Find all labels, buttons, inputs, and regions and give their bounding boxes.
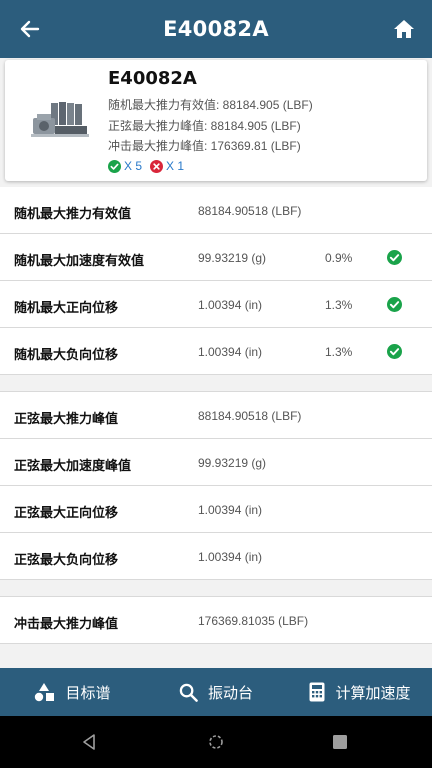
row-label: 正弦最大推力峰值: [14, 411, 119, 426]
shaker-summary-card[interactable]: E40082A 随机最大推力有效值: 88184.905 (LBF) 正弦最大推…: [5, 60, 427, 181]
tab-target-spectrum[interactable]: 目标谱: [0, 682, 144, 703]
page-title: E40082A: [163, 17, 269, 41]
nav-home-icon[interactable]: [206, 732, 226, 752]
result-list: 随机最大推力有效值 88184.90518 (LBF) 随机最大加速度有效值 9…: [0, 187, 432, 644]
row-label: 随机最大加速度有效值: [14, 253, 145, 268]
pass-count: X 5: [124, 159, 143, 173]
list-item: 随机最大推力有效值 88184.90518 (LBF): [0, 187, 432, 234]
nav-recents-icon[interactable]: [330, 732, 350, 752]
back-button[interactable]: [14, 13, 46, 45]
row-label: 正弦最大正向位移: [14, 505, 119, 520]
row-label: 正弦最大负向位移: [14, 552, 119, 567]
row-value: 1.00394 (in): [198, 298, 263, 312]
tab-label: 振动台: [207, 684, 253, 702]
row-value: 176369.81035 (LBF): [198, 614, 309, 628]
shaker-model: E40082A: [108, 68, 197, 89]
row-label: 随机最大负向位移: [14, 347, 119, 362]
tab-label: 目标谱: [65, 684, 111, 702]
list-item: 正弦最大正向位移 1.00394 (in): [0, 486, 432, 533]
section-divider: [0, 375, 432, 392]
tab-shaker[interactable]: 振动台: [144, 682, 288, 703]
list-item: 正弦最大加速度峰值 99.93219 (g): [0, 439, 432, 486]
home-button[interactable]: [388, 13, 420, 45]
tab-calc-acceleration[interactable]: 计算加速度: [288, 682, 432, 703]
system-navigation-bar: [0, 716, 432, 768]
shock-thrust-summary: 冲击最大推力峰值: 176369.81 (LBF): [108, 139, 301, 153]
row-percent: 1.3%: [325, 298, 353, 312]
back-arrow-icon: [20, 20, 40, 38]
list-item: 随机最大正向位移 1.00394 (in) 1.3%: [0, 281, 432, 328]
shaker-image: [31, 102, 89, 137]
list-item: 正弦最大推力峰值 88184.90518 (LBF): [0, 392, 432, 439]
sine-thrust-summary: 正弦最大推力峰值: 88184.905 (LBF): [108, 119, 301, 133]
row-value: 99.93219 (g): [198, 251, 267, 265]
row-label: 正弦最大加速度峰值: [14, 458, 132, 473]
row-value: 88184.90518 (LBF): [198, 409, 302, 423]
row-label: 随机最大推力有效值: [14, 206, 132, 221]
x-circle-icon: [150, 159, 164, 173]
row-value: 1.00394 (in): [198, 345, 263, 359]
bottom-navigation: 目标谱 振动台 计算加速度: [0, 668, 432, 716]
check-circle-icon: [387, 344, 402, 359]
section-divider: [0, 580, 432, 597]
tab-label: 计算加速度: [335, 684, 411, 702]
check-circle-icon: [387, 297, 402, 312]
random-thrust-summary: 随机最大推力有效值: 88184.905 (LBF): [108, 98, 313, 112]
row-value: 88184.90518 (LBF): [198, 204, 302, 218]
list-item: 正弦最大负向位移 1.00394 (in): [0, 533, 432, 580]
row-percent: 1.3%: [325, 345, 353, 359]
row-label: 随机最大正向位移: [14, 300, 119, 315]
app-bar: E40082A: [0, 0, 432, 58]
check-circle-icon: [387, 250, 402, 265]
row-value: 1.00394 (in): [198, 503, 263, 517]
search-icon: [179, 683, 198, 702]
fail-badge: X 1: [150, 159, 184, 173]
row-value: 99.93219 (g): [198, 456, 267, 470]
list-item: 冲击最大推力峰值 176369.81035 (LBF): [0, 597, 432, 644]
shapes-icon: [35, 683, 55, 702]
pass-badge: X 5: [108, 159, 142, 173]
nav-back-icon[interactable]: [80, 732, 100, 752]
list-item: 随机最大加速度有效值 99.93219 (g) 0.9%: [0, 234, 432, 281]
fail-count: X 1: [166, 159, 185, 173]
row-label: 冲击最大推力峰值: [14, 616, 119, 631]
check-circle-icon: [108, 159, 121, 173]
result-badges: X 5 X 1: [108, 159, 192, 173]
home-icon: [394, 20, 414, 38]
list-item: 随机最大负向位移 1.00394 (in) 1.3%: [0, 328, 432, 375]
calculator-icon: [309, 682, 325, 702]
row-percent: 0.9%: [325, 251, 353, 265]
row-value: 1.00394 (in): [198, 550, 263, 564]
